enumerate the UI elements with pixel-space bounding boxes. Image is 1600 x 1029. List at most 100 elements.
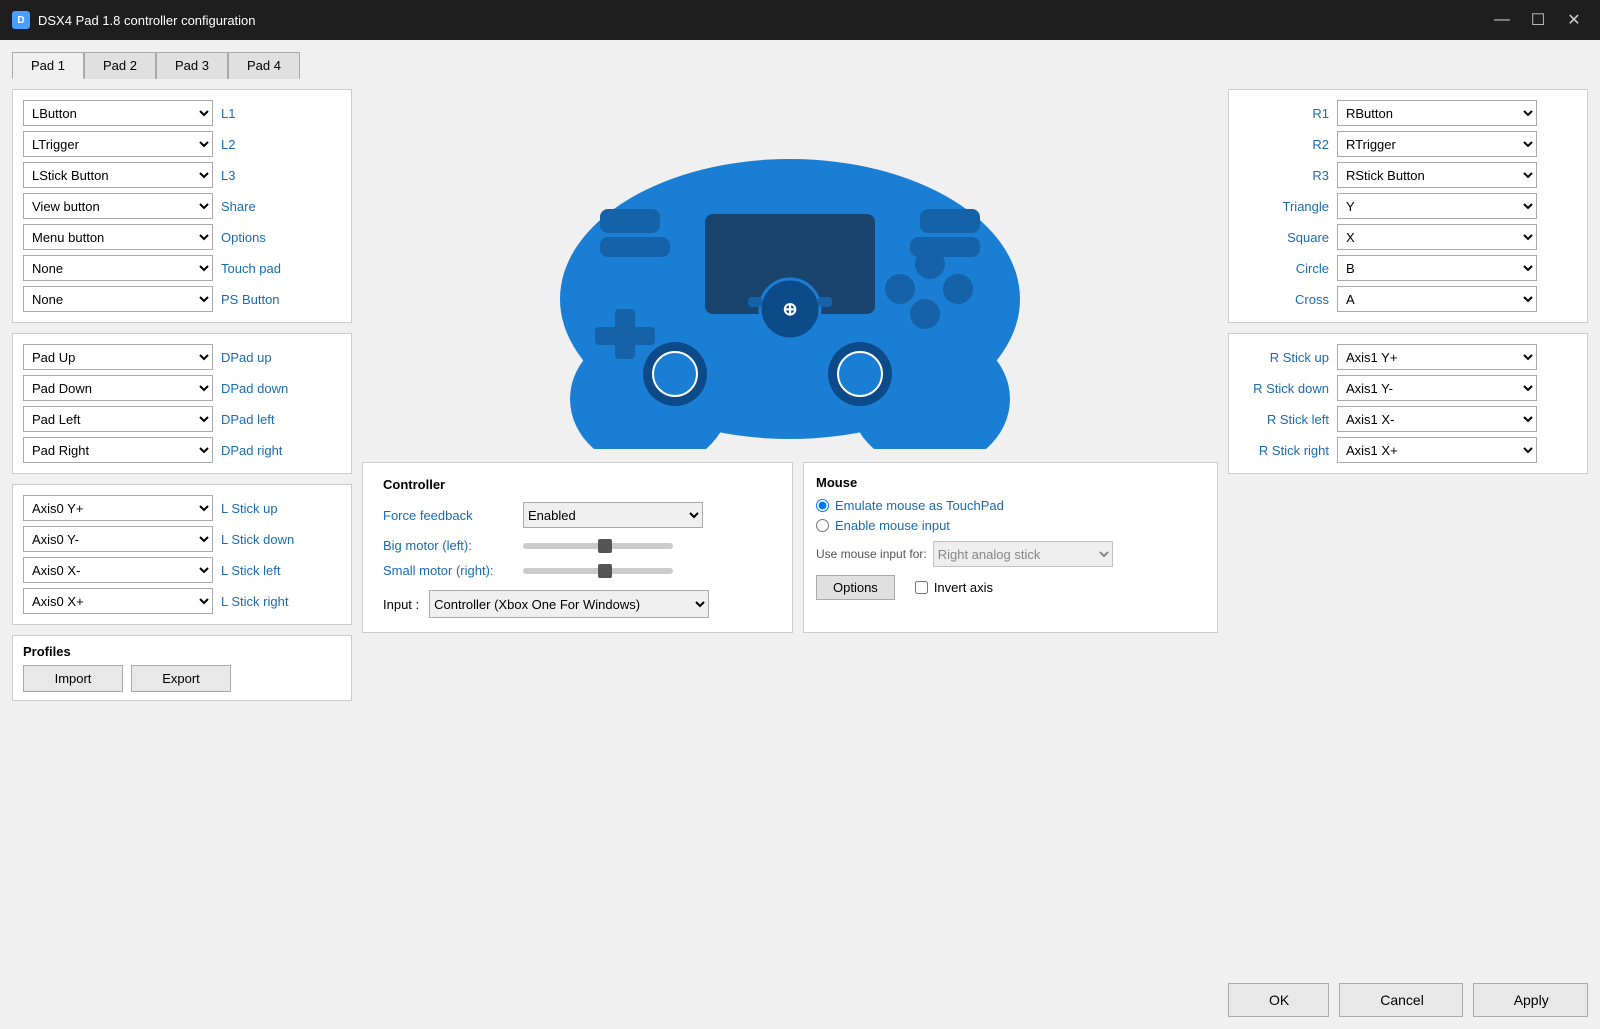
triangle-select[interactable]: YXBANone (1337, 193, 1537, 219)
r2-select[interactable]: RTriggerRButtonNone (1337, 131, 1537, 157)
dpad-left-select[interactable]: Pad LeftPad RightNone (23, 406, 213, 432)
emulate-touchpad-radio[interactable] (816, 499, 829, 512)
rstick-right-select[interactable]: Axis1 X+Axis1 X-None (1337, 437, 1537, 463)
circle-select[interactable]: BAXYNone (1337, 255, 1537, 281)
dpad-right-label: DPad right (221, 443, 301, 458)
ok-button[interactable]: OK (1228, 983, 1329, 1017)
force-feedback-row: Force feedback Enabled Disabled (383, 502, 772, 528)
controller-svg: ⊕ (520, 89, 1060, 449)
mouse-input-row: Use mouse input for: Right analog stick … (816, 541, 1205, 567)
circle-label: Circle (1239, 261, 1329, 276)
mapping-rstick-right: R Stick right Axis1 X+Axis1 X-None (1239, 437, 1577, 463)
input-row: Input : Controller (Xbox One For Windows… (383, 590, 772, 618)
mapping-r3: R3 RStick ButtonNone (1239, 162, 1577, 188)
l2-label: L2 (221, 137, 301, 152)
big-motor-thumb[interactable] (598, 539, 612, 553)
input-select[interactable]: Controller (Xbox One For Windows) None (429, 590, 709, 618)
rstick-up-label: R Stick up (1239, 350, 1329, 365)
options-select[interactable]: Menu buttonView buttonNone (23, 224, 213, 250)
dpad-down-select[interactable]: Pad DownPad UpNone (23, 375, 213, 401)
mapping-l2: LTriggerLButtonNone L2 (23, 131, 341, 157)
mapping-square: Square XYBANone (1239, 224, 1577, 250)
dpad-right-select[interactable]: Pad RightPad LeftNone (23, 437, 213, 463)
tab-pad4[interactable]: Pad 4 (228, 52, 300, 79)
tab-pad2[interactable]: Pad 2 (84, 52, 156, 79)
touchpad-select[interactable]: NoneLButton (23, 255, 213, 281)
lstick-down-select[interactable]: Axis0 Y-Axis0 Y+None (23, 526, 213, 552)
emulate-touchpad-row: Emulate mouse as TouchPad (816, 498, 1205, 513)
l1-select[interactable]: LButtonLTriggerLStick ButtonNone (23, 100, 213, 126)
lstick-left-select[interactable]: Axis0 X-Axis0 X+None (23, 557, 213, 583)
mapping-dpad-down: Pad DownPad UpNone DPad down (23, 375, 341, 401)
export-button[interactable]: Export (131, 665, 231, 692)
lstick-left-label: L Stick left (221, 563, 301, 578)
profiles-buttons: Import Export (23, 665, 341, 692)
mapping-share: View buttonMenu buttonNone Share (23, 193, 341, 219)
cancel-button[interactable]: Cancel (1339, 983, 1462, 1017)
profiles-box: Profiles Import Export (12, 635, 352, 701)
mouse-options-row: Options Invert axis (816, 575, 1205, 600)
rstick-down-label: R Stick down (1239, 381, 1329, 396)
rstick-down-select[interactable]: Axis1 Y-Axis1 Y+None (1337, 375, 1537, 401)
lstick-up-label: L Stick up (221, 501, 301, 516)
main-window: Pad 1 Pad 2 Pad 3 Pad 4 LButtonLTriggerL… (0, 40, 1600, 1029)
lstick-right-select[interactable]: Axis0 X+Axis0 X-None (23, 588, 213, 614)
close-button[interactable]: ✕ (1560, 6, 1588, 34)
small-motor-row: Small motor (right): (383, 563, 772, 578)
window-controls: — ☐ ✕ (1488, 6, 1588, 34)
mapping-dpad-right: Pad RightPad LeftNone DPad right (23, 437, 341, 463)
lstick-down-label: L Stick down (221, 532, 301, 547)
invert-row: Invert axis (915, 580, 993, 595)
lstick-up-select[interactable]: Axis0 Y+Axis0 Y-None (23, 495, 213, 521)
l2-select[interactable]: LTriggerLButtonNone (23, 131, 213, 157)
apply-button[interactable]: Apply (1473, 983, 1588, 1017)
square-label: Square (1239, 230, 1329, 245)
tab-pad1[interactable]: Pad 1 (12, 52, 84, 79)
square-select[interactable]: XYBANone (1337, 224, 1537, 250)
small-motor-thumb[interactable] (598, 564, 612, 578)
l3-select[interactable]: LStick ButtonLButtonNone (23, 162, 213, 188)
invert-axis-label[interactable]: Invert axis (934, 580, 993, 595)
ps-select[interactable]: NoneLButton (23, 286, 213, 312)
mapping-l1: LButtonLTriggerLStick ButtonNone L1 (23, 100, 341, 126)
controller-image: ⊕ (520, 89, 1060, 452)
cross-select[interactable]: ABXYNone (1337, 286, 1537, 312)
cross-label: Cross (1239, 292, 1329, 307)
mapping-lstick-up: Axis0 Y+Axis0 Y-None L Stick up (23, 495, 341, 521)
mouse-box: Mouse Emulate mouse as TouchPad Enable m… (803, 462, 1218, 633)
enable-mouse-label[interactable]: Enable mouse input (835, 518, 950, 533)
mapping-l3: LStick ButtonLButtonNone L3 (23, 162, 341, 188)
dpad-up-select[interactable]: Pad UpPad DownNone (23, 344, 213, 370)
svg-text:⊕: ⊕ (782, 299, 797, 319)
use-mouse-label: Use mouse input for: (816, 547, 927, 561)
emulate-touchpad-label[interactable]: Emulate mouse as TouchPad (835, 498, 1004, 513)
profiles-title: Profiles (23, 644, 341, 659)
rstick-up-select[interactable]: Axis1 Y+Axis1 Y-None (1337, 344, 1537, 370)
invert-axis-checkbox[interactable] (915, 581, 928, 594)
maximize-button[interactable]: ☐ (1524, 6, 1552, 34)
rstick-right-label: R Stick right (1239, 443, 1329, 458)
window-title: DSX4 Pad 1.8 controller configuration (38, 13, 1488, 28)
controller-config-box: Controller Force feedback Enabled Disabl… (362, 462, 793, 633)
force-feedback-label: Force feedback (383, 508, 513, 523)
enable-mouse-radio[interactable] (816, 519, 829, 532)
mapping-options: Menu buttonView buttonNone Options (23, 224, 341, 250)
r2-label: R2 (1239, 137, 1329, 152)
bottom-action-row: OK Cancel Apply (1228, 983, 1588, 1017)
dpad-mappings-box: Pad UpPad DownNone DPad up Pad DownPad U… (12, 333, 352, 474)
app-icon: D (12, 11, 30, 29)
tab-pad3[interactable]: Pad 3 (156, 52, 228, 79)
mapping-lstick-right: Axis0 X+Axis0 X-None L Stick right (23, 588, 341, 614)
share-select[interactable]: View buttonMenu buttonNone (23, 193, 213, 219)
rstick-left-select[interactable]: Axis1 X-Axis1 X+None (1337, 406, 1537, 432)
minimize-button[interactable]: — (1488, 6, 1516, 34)
rstick-mappings-box: R Stick up Axis1 Y+Axis1 Y-None R Stick … (1228, 333, 1588, 474)
mapping-r1: R1 RButtonRTriggerNone (1239, 100, 1577, 126)
lstick-mappings-box: Axis0 Y+Axis0 Y-None L Stick up Axis0 Y-… (12, 484, 352, 625)
r1-select[interactable]: RButtonRTriggerNone (1337, 100, 1537, 126)
mouse-options-button[interactable]: Options (816, 575, 895, 600)
import-button[interactable]: Import (23, 665, 123, 692)
r3-select[interactable]: RStick ButtonNone (1337, 162, 1537, 188)
mapping-dpad-left: Pad LeftPad RightNone DPad left (23, 406, 341, 432)
force-feedback-select[interactable]: Enabled Disabled (523, 502, 703, 528)
